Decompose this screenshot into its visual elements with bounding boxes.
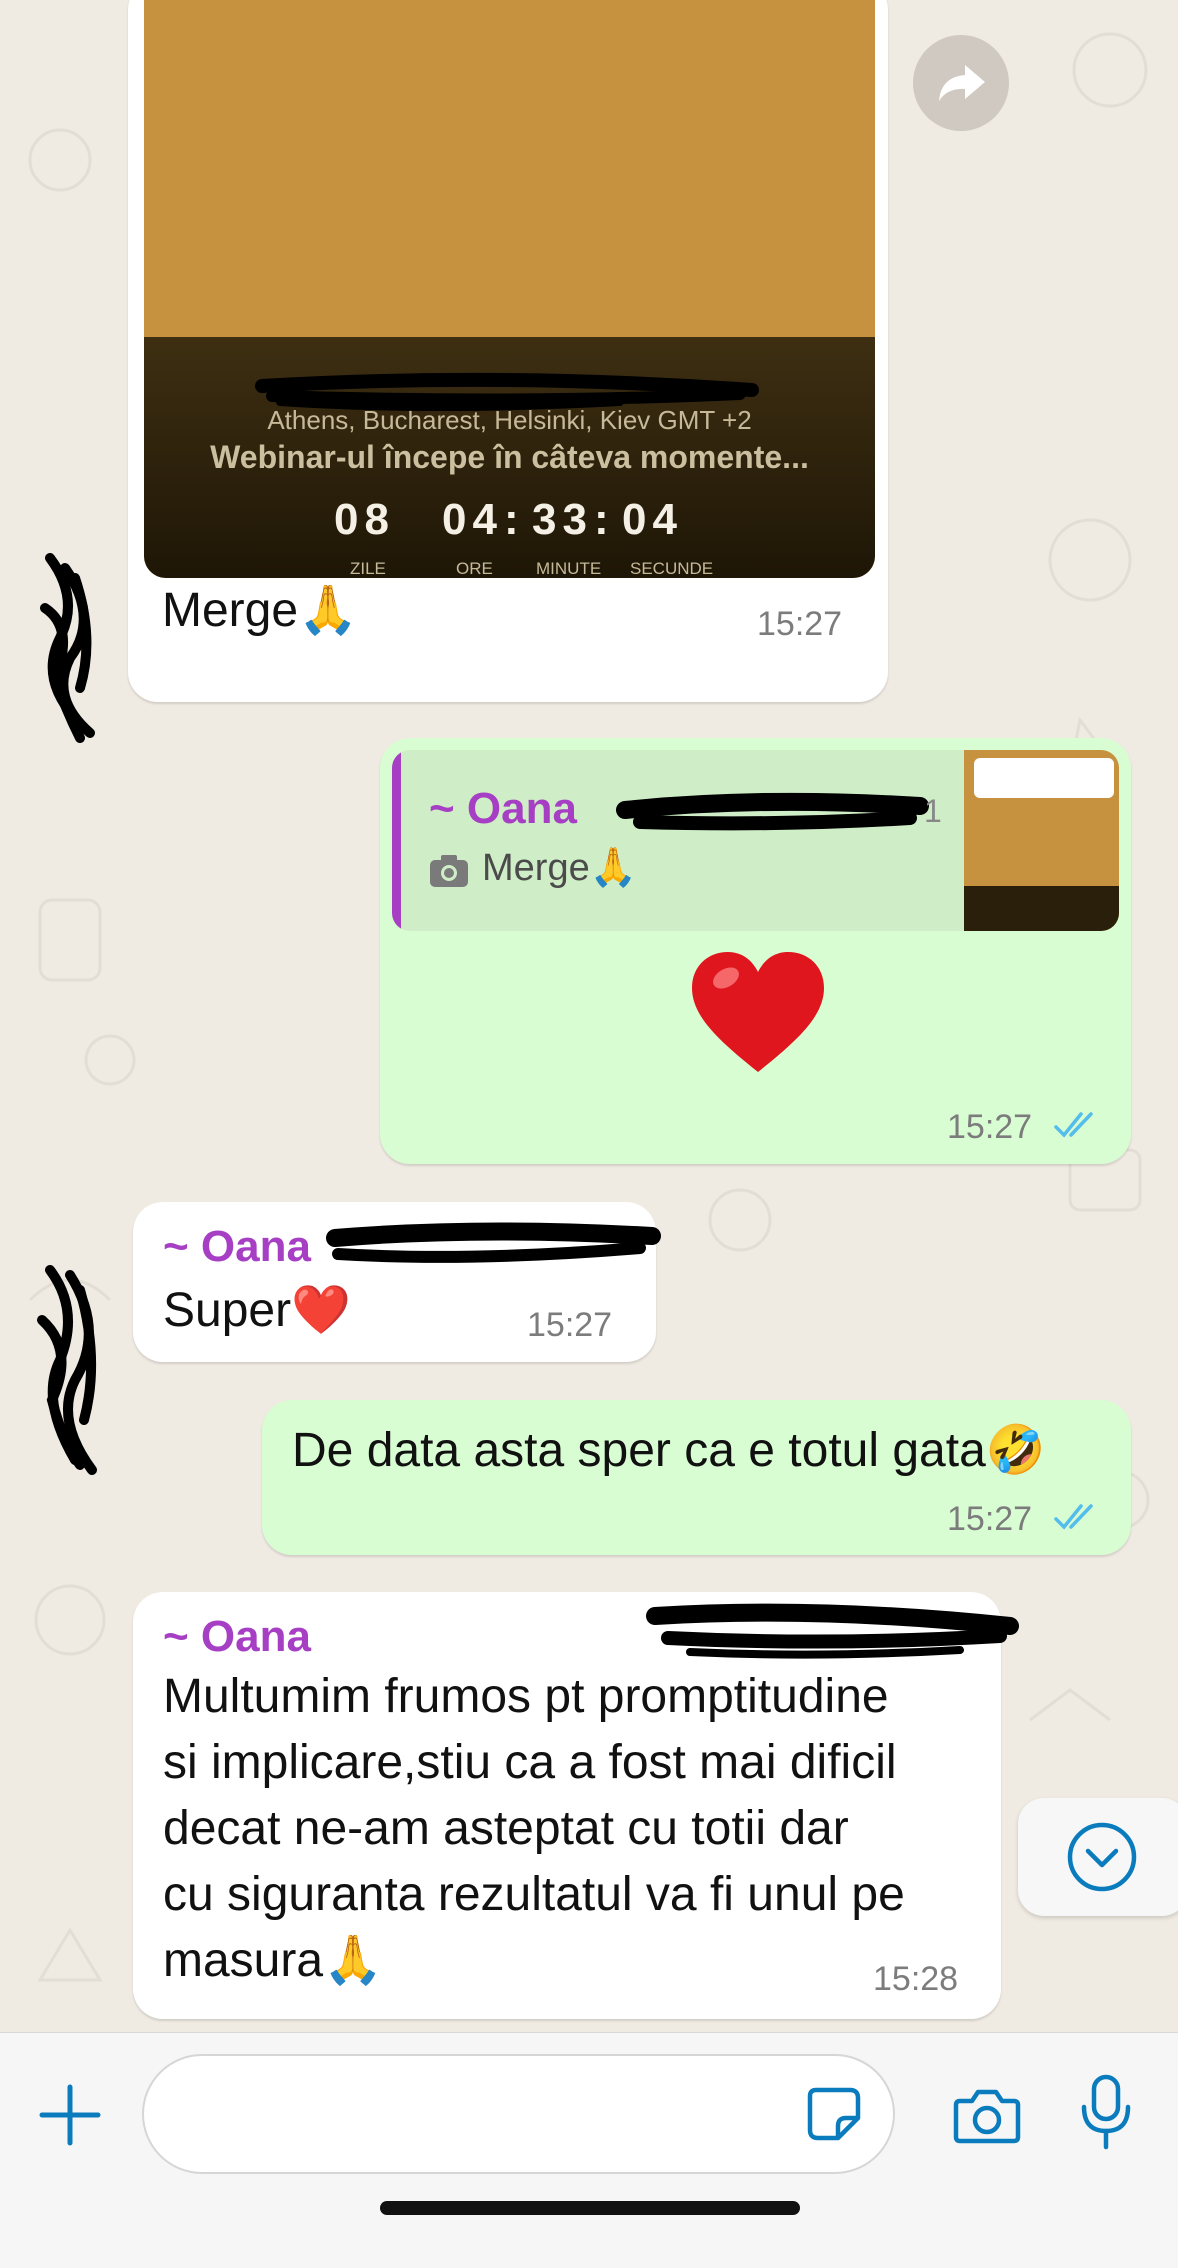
microphone-icon[interactable] (1078, 2073, 1134, 2153)
forward-button[interactable] (913, 35, 1009, 131)
quoted-text: Merge🙏 (482, 847, 638, 889)
message-text-line: cu siguranta rezultatul va fi unul pe (163, 1868, 905, 1921)
image-timezone-text: Athens, Bucharest, Helsinki, Kiev GMT +2 (267, 405, 752, 435)
forward-icon (939, 65, 985, 101)
sender-name: ~ Oana (163, 1612, 311, 1661)
message-input-bar (0, 2032, 1178, 2268)
message-text-line: Multumim frumos pt promptitudine (163, 1670, 889, 1723)
message-time: 15:28 (873, 1960, 959, 1998)
countdown-minutes: 33 (532, 495, 593, 544)
message-time: 15:27 (757, 605, 843, 643)
sticker-icon[interactable] (804, 2084, 864, 2144)
image-attachment[interactable]: Athens, Bucharest, Helsinki, Kiev GMT +2… (144, 0, 875, 578)
message-bubble-incoming[interactable]: ~ Oana Multumim frumos pt promptitudine … (133, 1592, 1001, 2019)
read-receipt-icon (1054, 1112, 1093, 1138)
message-time: 15:27 (947, 1108, 1033, 1146)
message-text: Super❤️ (163, 1284, 351, 1337)
message-bubble-outgoing[interactable]: ~ Oana Merge🙏 ❤️ 15:27 (380, 738, 1131, 1164)
countdown-label-minutes: MINUTE (536, 559, 602, 578)
message-text-line: masura🙏 (163, 1934, 383, 1987)
scroll-to-bottom-button[interactable] (1018, 1798, 1178, 1916)
countdown-seconds: 04 (622, 495, 683, 544)
message-text-line: decat ne-am asteptat cu totii dar (163, 1802, 849, 1855)
message-text: De data asta sper ca e totul gata🤣 (292, 1424, 1046, 1477)
countdown-hours: 04 (442, 495, 503, 544)
avatar-redacted (37, 1265, 97, 1475)
message-text: ❤️ (692, 952, 824, 1072)
countdown-days: 08 (334, 495, 395, 544)
message-bubble-incoming[interactable]: ~ Oana Super❤️ 15:27 (133, 1202, 656, 1362)
message-bubble-outgoing[interactable]: De data asta sper ca e totul gata🤣 15:27 (262, 1400, 1131, 1555)
image-headline-text: Webinar-ul începe în câteva momente... (210, 439, 809, 475)
quoted-reply[interactable]: ~ Oana Merge🙏 (392, 750, 1119, 931)
countdown-sep-1: : (504, 495, 525, 544)
message-text-input[interactable] (142, 2054, 895, 2174)
message-text-line: si implicare,stiu ca a fost mai dificil (163, 1736, 897, 1789)
countdown-label-hours: ORE (456, 559, 493, 578)
countdown-label-days: ZILE (350, 559, 386, 578)
plus-icon[interactable] (38, 2083, 102, 2147)
countdown-label-seconds: SECUNDE (630, 559, 714, 578)
sender-name: ~ Oana (163, 1222, 311, 1271)
camera-icon[interactable] (952, 2085, 1022, 2145)
quote-accent-bar (392, 750, 401, 931)
read-receipt-icon (1054, 1504, 1093, 1530)
quoted-image-thumbnail (964, 750, 1119, 931)
quoted-sender-name: ~ Oana (429, 784, 577, 833)
chevron-down-circle-icon (1067, 1822, 1137, 1892)
avatar-redacted (40, 553, 95, 743)
message-text: Merge🙏 (162, 584, 358, 637)
message-time: 15:27 (527, 1306, 613, 1344)
countdown-sep-2: : (594, 495, 615, 544)
message-time: 15:27 (947, 1500, 1033, 1538)
camera-icon (430, 855, 468, 887)
home-indicator[interactable] (380, 2201, 800, 2215)
image-countdown-panel: Athens, Bucharest, Helsinki, Kiev GMT +2… (144, 337, 875, 578)
message-bubble-incoming[interactable]: Athens, Bucharest, Helsinki, Kiev GMT +2… (128, 0, 888, 702)
